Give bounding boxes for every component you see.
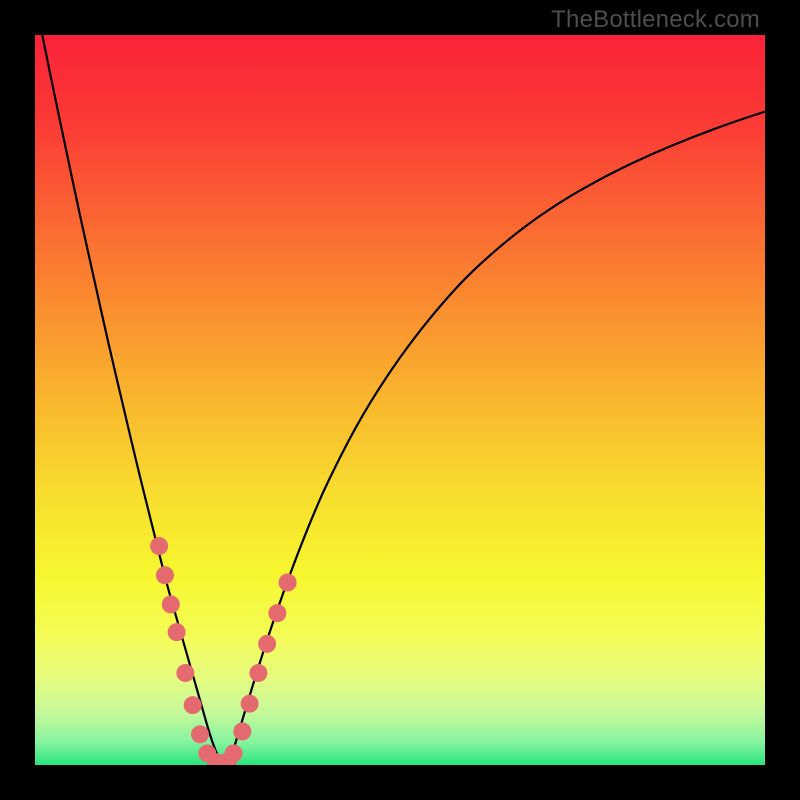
- marker-point: [233, 722, 251, 740]
- marker-point: [268, 604, 286, 622]
- marker-point: [162, 595, 180, 613]
- marker-point: [184, 696, 202, 714]
- marker-point: [156, 566, 174, 584]
- data-markers: [150, 537, 296, 765]
- curve-layer: [35, 35, 765, 765]
- marker-point: [249, 664, 267, 682]
- marker-point: [150, 537, 168, 555]
- plot-area: [35, 35, 765, 765]
- bottleneck-curve: [35, 35, 765, 761]
- marker-point: [241, 695, 259, 713]
- marker-point: [191, 725, 209, 743]
- chart-frame: TheBottleneck.com: [0, 0, 800, 800]
- marker-point: [168, 623, 186, 641]
- marker-point: [176, 664, 194, 682]
- marker-point: [225, 744, 243, 762]
- marker-point: [258, 635, 276, 653]
- marker-point: [279, 574, 297, 592]
- watermark-text: TheBottleneck.com: [551, 6, 760, 34]
